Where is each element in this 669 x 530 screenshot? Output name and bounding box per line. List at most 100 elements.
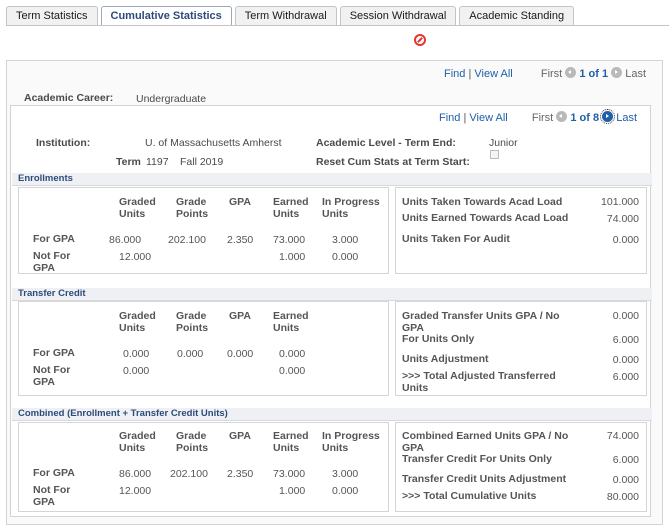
total-adjusted-transferred-label: >>> Total Adjusted Transferred Units xyxy=(402,370,556,394)
term-code: 1197 xyxy=(146,156,169,168)
combined-for-gpa-label: For GPA xyxy=(33,467,75,479)
transfer-units-only-value: 6.000 xyxy=(612,334,639,346)
tab-divider xyxy=(6,25,669,26)
transfer-credit-units-only-value: 6.000 xyxy=(612,454,639,466)
tab-cumulative-statistics[interactable]: Cumulative Statistics xyxy=(100,6,232,26)
institution-value: U. of Massachusetts Amherst xyxy=(145,137,282,149)
units-earned-acad-load-label: Units Earned Towards Acad Load xyxy=(402,212,569,224)
combined-for-gpa-inprog: 3.000 xyxy=(332,468,359,480)
enroll-gpa-header: GPA xyxy=(229,196,251,208)
enroll-for-gpa-label: For GPA xyxy=(33,233,75,245)
enroll-for-gpa-points: 202.100 xyxy=(168,234,206,246)
inner-first-label: First xyxy=(531,112,554,124)
inner-nav-separator: | xyxy=(463,112,467,124)
transfer-units-only-label: For Units Only xyxy=(402,333,475,345)
enroll-not-for-gpa-label: Not For GPA xyxy=(33,250,71,274)
total-adjusted-transferred-value: 6.000 xyxy=(612,371,639,383)
combined-earned-units-header: Earned Units xyxy=(273,430,309,454)
term-label: Term xyxy=(116,156,141,168)
institution-label: Institution: xyxy=(36,137,91,149)
transfer-for-gpa-graded: 0.000 xyxy=(123,348,150,360)
transfer-not-for-gpa-earned: 0.000 xyxy=(279,365,306,377)
tab-term-statistics[interactable]: Term Statistics xyxy=(6,6,98,25)
reset-cum-stats-checkbox[interactable] xyxy=(490,150,499,159)
combined-earned-gpa-label: Combined Earned Units GPA / No GPA xyxy=(402,430,569,454)
combined-for-gpa-graded: 86.000 xyxy=(119,468,152,480)
enroll-for-gpa-earned: 73.000 xyxy=(273,234,306,246)
transfer-for-gpa-points: 0.000 xyxy=(177,348,204,360)
units-taken-audit-label: Units Taken For Audit xyxy=(402,233,510,245)
transfer-not-for-gpa-label: Not For GPA xyxy=(33,364,71,388)
tab-term-withdrawal[interactable]: Term Withdrawal xyxy=(234,6,337,25)
transfer-graded-units-header: Graded Units xyxy=(119,310,156,334)
combined-for-gpa-points: 202.100 xyxy=(170,468,208,480)
academic-level-label: Academic Level - Term End: xyxy=(316,137,456,149)
units-adjustment-value: 0.000 xyxy=(612,354,639,366)
reset-cum-stats-label: Reset Cum Stats at Term Start: xyxy=(316,156,470,168)
no-entry-icon xyxy=(414,34,426,46)
enroll-for-gpa-graded: 86.000 xyxy=(109,234,142,246)
academic-career-label: Academic Career: xyxy=(24,92,114,104)
enroll-not-for-gpa-earned: 1.000 xyxy=(279,251,306,263)
transfer-for-gpa-gpa: 0.000 xyxy=(227,348,254,360)
transfer-for-gpa-earned: 0.000 xyxy=(279,348,306,360)
inner-last-link[interactable]: Last xyxy=(616,112,637,124)
units-taken-acad-load-value: 101.000 xyxy=(601,196,639,208)
combined-for-gpa-earned: 73.000 xyxy=(273,468,306,480)
units-taken-audit-value: 0.000 xyxy=(612,234,639,246)
outer-previous-arrow-icon[interactable] xyxy=(565,67,577,78)
units-earned-acad-load-value: 74.000 xyxy=(606,213,639,225)
outer-last-label: Last xyxy=(625,68,647,80)
outer-next-arrow-icon[interactable] xyxy=(611,67,623,78)
tab-academic-standing[interactable]: Academic Standing xyxy=(459,6,575,25)
combined-section-header: Combined (Enrollment + Transfer Credit U… xyxy=(12,408,652,421)
inner-previous-arrow-icon[interactable] xyxy=(556,111,568,122)
combined-not-for-gpa-earned: 1.000 xyxy=(279,485,306,497)
academic-level-value: Junior xyxy=(489,137,518,149)
combined-not-for-gpa-inprog: 0.000 xyxy=(332,485,359,497)
graded-transfer-gpa-value: 0.000 xyxy=(612,310,639,322)
inner-find-link[interactable]: Find xyxy=(439,112,460,124)
enrollments-section-header: Enrollments xyxy=(12,173,652,186)
transfer-not-for-gpa-graded: 0.000 xyxy=(123,365,150,377)
combined-in-progress-units-header: In Progress Units xyxy=(322,430,380,454)
combined-grade-points-header: Grade Points xyxy=(176,430,209,454)
enroll-not-for-gpa-inprog: 0.000 xyxy=(332,251,359,263)
transfer-credit-section-header: Transfer Credit xyxy=(12,288,652,301)
combined-graded-units-header: Graded Units xyxy=(119,430,156,454)
combined-not-for-gpa-label: Not For GPA xyxy=(33,484,71,508)
inner-view-all-link[interactable]: View All xyxy=(469,112,507,124)
enroll-not-for-gpa-graded: 12.000 xyxy=(119,251,152,263)
enroll-grade-points-header: Grade Points xyxy=(176,196,209,220)
graded-transfer-gpa-label: Graded Transfer Units GPA / No GPA xyxy=(402,310,560,334)
tab-session-withdrawal[interactable]: Session Withdrawal xyxy=(339,6,457,25)
enroll-for-gpa-gpa: 2.350 xyxy=(227,234,254,246)
total-cumulative-units-value: 80.000 xyxy=(606,491,639,503)
combined-not-for-gpa-graded: 12.000 xyxy=(119,485,152,497)
inner-next-arrow-icon[interactable] xyxy=(600,109,616,124)
transfer-for-gpa-label: For GPA xyxy=(33,347,75,359)
combined-gpa-header: GPA xyxy=(229,430,251,442)
outer-view-all-link[interactable]: View All xyxy=(474,68,512,80)
outer-find-link[interactable]: Find xyxy=(444,68,465,80)
inner-row-count: 1 of 8 xyxy=(570,112,600,124)
enroll-earned-units-header: Earned Units xyxy=(273,196,309,220)
total-cumulative-units-label: >>> Total Cumulative Units xyxy=(402,490,537,502)
transfer-credit-adjustment-value: 0.000 xyxy=(612,474,639,486)
outer-row-count: 1 of 1 xyxy=(579,68,609,80)
tab-bar: Term Statistics Cumulative Statistics Te… xyxy=(6,6,577,26)
term-name: Fall 2019 xyxy=(180,156,224,168)
transfer-earned-units-header: Earned Units xyxy=(273,310,309,334)
transfer-credit-units-only-label: Transfer Credit For Units Only xyxy=(402,453,552,465)
transfer-grade-points-header: Grade Points xyxy=(176,310,209,334)
enroll-in-progress-units-header: In Progress Units xyxy=(322,196,380,220)
outer-first-label: First xyxy=(540,68,563,80)
outer-nav-separator: | xyxy=(468,68,472,80)
units-taken-acad-load-label: Units Taken Towards Acad Load xyxy=(402,196,563,208)
inner-navigation: Find | View All First 1 of 8 Last xyxy=(439,109,637,124)
enroll-graded-units-header: Graded Units xyxy=(119,196,156,220)
combined-for-gpa-gpa: 2.350 xyxy=(227,468,254,480)
transfer-gpa-header: GPA xyxy=(229,310,251,322)
units-adjustment-label: Units Adjustment xyxy=(402,353,489,365)
outer-navigation: Find | View All First 1 of 1 Last xyxy=(444,67,646,80)
